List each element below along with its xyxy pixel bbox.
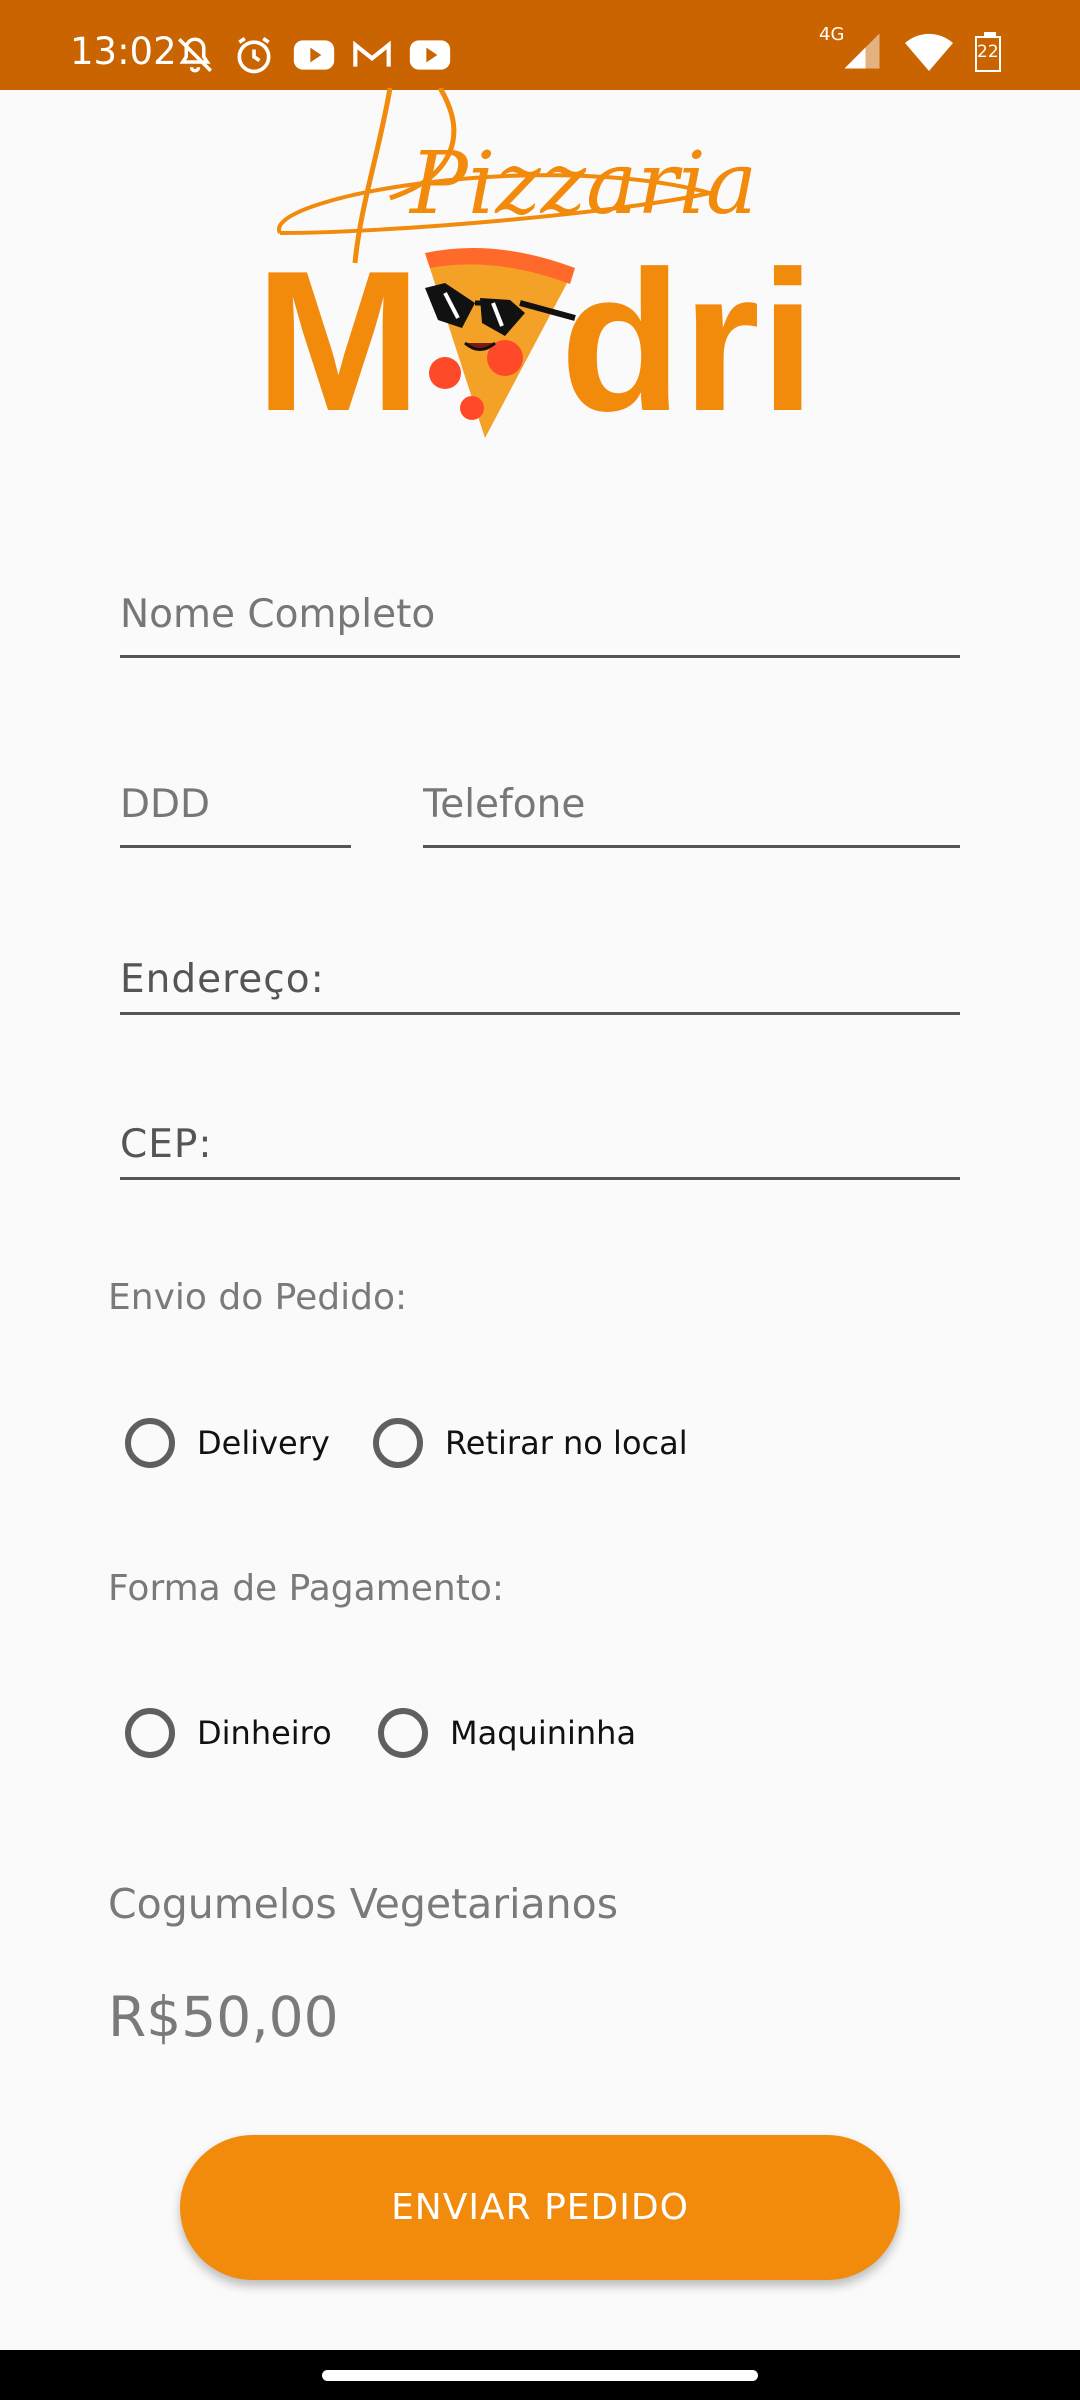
submit-order-button[interactable]: ENVIAR PEDIDO [180,2135,900,2280]
youtube-icon [409,40,451,70]
logo-brand-right: dri [560,230,816,448]
radio-card-machine[interactable]: Maquininha [378,1708,636,1758]
radio-button[interactable] [125,1418,175,1468]
radio-button[interactable] [373,1418,423,1468]
ddd-input[interactable] [120,782,351,827]
status-time: 13:02 [70,30,177,73]
phone-input[interactable] [423,782,960,827]
wifi-icon [905,33,953,71]
radio-button[interactable] [378,1708,428,1758]
youtube-icon [293,40,335,70]
battery-level: 22 [977,42,999,62]
alarm-icon [237,36,271,74]
gmail-icon [353,40,391,67]
pizza-slice-icon [425,248,576,438]
delivery-section-label: Envio do Pedido: [108,1277,408,1318]
logo-brand-left: M [255,230,422,448]
network-type: 4G [819,24,845,45]
bell-off-icon [178,37,212,73]
cep-label: CEP: [120,1122,213,1167]
radio-label: Retirar no local [445,1424,688,1462]
logo-script-text: Pizzaria [408,134,757,234]
address-field[interactable]: Endereço: [120,930,960,1015]
signal-icon [844,33,880,69]
cep-field[interactable]: CEP: [120,1095,960,1180]
navigation-bar [0,2350,1080,2400]
radio-label: Maquininha [450,1714,637,1752]
home-indicator[interactable] [322,2370,758,2381]
radio-label: Delivery [197,1424,330,1462]
name-field [120,560,960,658]
pizzeria-logo: Pizzaria M dri [240,86,840,453]
product-price: R$50,00 [108,1985,339,2049]
radio-button[interactable] [125,1708,175,1758]
radio-pickup[interactable]: Retirar no local [373,1418,688,1468]
battery-icon: 22 [975,32,1005,74]
phone-field [423,750,960,848]
payment-section-label: Forma de Pagamento: [108,1568,504,1609]
product-name: Cogumelos Vegetarianos [108,1880,619,1928]
radio-label: Dinheiro [197,1714,332,1752]
radio-cash[interactable]: Dinheiro [125,1708,332,1758]
name-input[interactable] [120,592,960,637]
ddd-field [120,750,351,848]
radio-delivery[interactable]: Delivery [125,1418,330,1468]
status-bar: 13:02 4G 22 [0,0,1080,90]
address-label: Endereço: [120,957,325,1002]
